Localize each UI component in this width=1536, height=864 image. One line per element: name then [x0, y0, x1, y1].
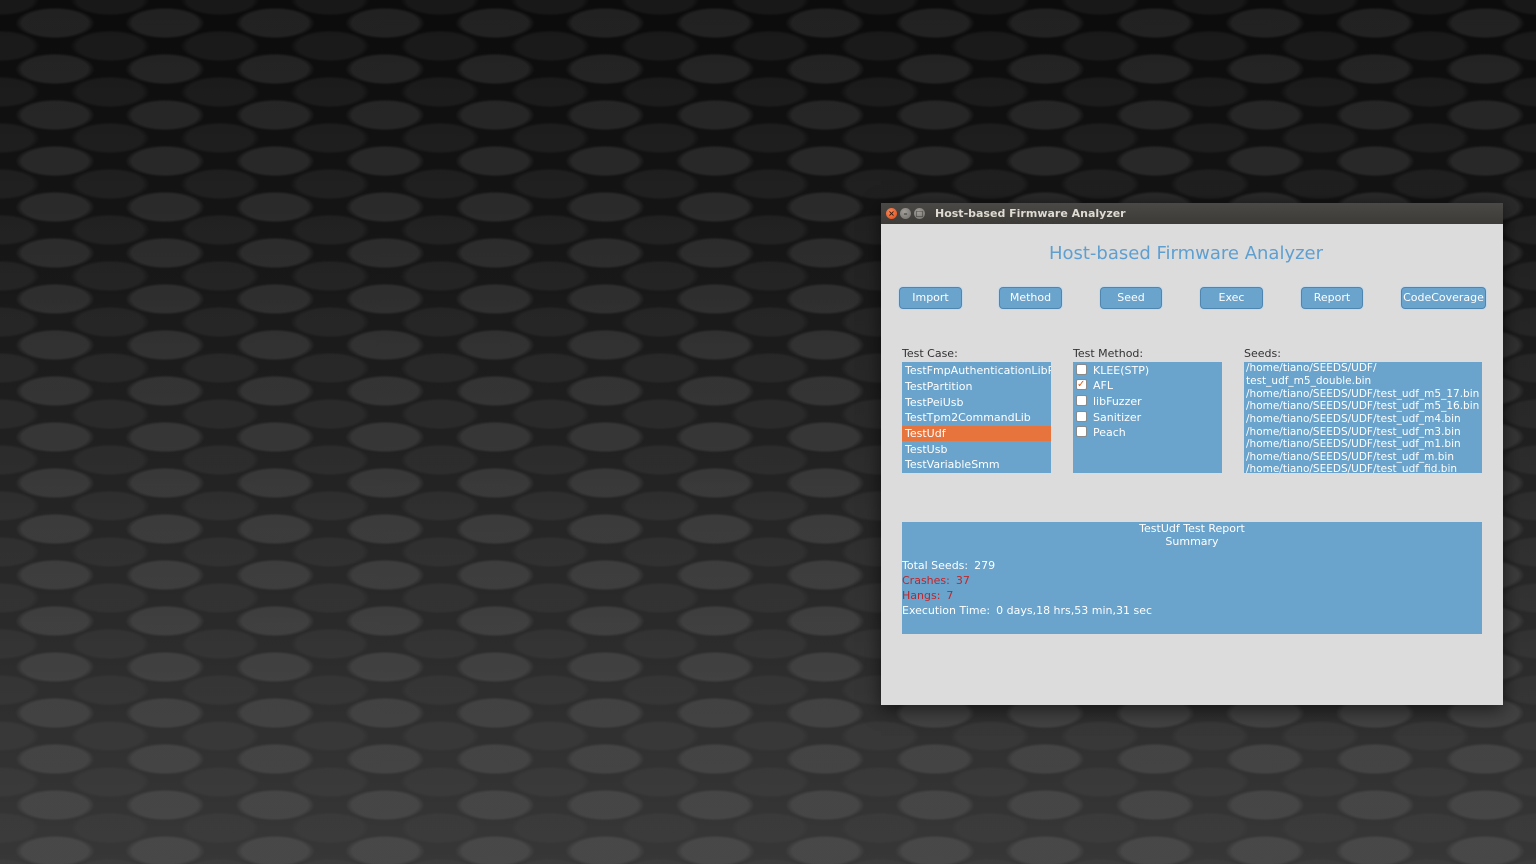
- test-case-item[interactable]: TestVariableSmm: [902, 457, 1051, 472]
- checkbox-libfuzzer[interactable]: [1076, 395, 1087, 406]
- crashes-stat: Crashes: 37: [902, 574, 970, 588]
- method-button[interactable]: Method: [1000, 288, 1061, 308]
- seed-button[interactable]: Seed: [1101, 288, 1161, 308]
- window-title: Host-based Firmware Analyzer: [935, 207, 1126, 220]
- exec-time-stat: Execution Time: 0 days,18 hrs,53 min,31 s…: [902, 604, 1152, 618]
- checkbox-peach[interactable]: [1076, 426, 1087, 437]
- method-option-libfuzzer[interactable]: libFuzzer: [1076, 394, 1142, 409]
- maximize-icon[interactable]: □: [914, 208, 925, 219]
- method-option-sanitizer[interactable]: Sanitizer: [1076, 410, 1141, 425]
- method-option-afl[interactable]: AFL: [1076, 377, 1113, 393]
- import-button[interactable]: Import: [900, 288, 961, 308]
- report-subtitle: Summary: [1165, 535, 1219, 548]
- method-option-label: libFuzzer: [1093, 395, 1142, 408]
- checkbox-afl[interactable]: [1076, 377, 1087, 392]
- report-panel: TestUdf Test Report Summary Total Seeds:…: [902, 522, 1482, 634]
- report-title: TestUdf Test Report: [1139, 522, 1245, 535]
- test-case-item[interactable]: TestFmpAuthenticationLibRsa: [902, 363, 1051, 378]
- test-case-item[interactable]: TestUsb: [902, 442, 1051, 457]
- seeds-label: Seeds:: [1244, 347, 1281, 360]
- checkbox-klee[interactable]: [1076, 364, 1087, 375]
- exec-time-label: Execution Time:: [902, 604, 991, 617]
- checkbox-sanitizer[interactable]: [1076, 411, 1087, 422]
- minimize-icon[interactable]: –: [900, 208, 911, 219]
- close-icon[interactable]: ×: [886, 208, 897, 219]
- exec-time-value: 0 days,18 hrs,53 min,31 sec: [996, 604, 1153, 617]
- seed-item[interactable]: test_udf_m5_double.bin: [1246, 375, 1482, 388]
- seed-item[interactable]: /home/tiano/SEEDS/UDF/test_udf_m4.bin: [1246, 413, 1482, 426]
- test-method-list: KLEE(STP) AFL libFuzzer Sanitizer Peach: [1073, 362, 1222, 473]
- crashes-value: 37: [955, 574, 970, 587]
- test-case-item[interactable]: TestPartition: [902, 379, 1051, 394]
- method-option-peach[interactable]: Peach: [1076, 425, 1126, 440]
- test-case-label: Test Case:: [902, 347, 958, 360]
- total-seeds-value: 279: [974, 559, 996, 572]
- seed-item[interactable]: /home/tiano/SEEDS/UDF/: [1246, 362, 1482, 375]
- hangs-stat: Hangs: 7: [902, 589, 953, 603]
- total-seeds-label: Total Seeds:: [902, 559, 969, 572]
- seed-item[interactable]: /home/tiano/SEEDS/UDF/test_udf_m5_16.bin: [1246, 400, 1482, 413]
- crashes-label: Crashes:: [902, 574, 950, 587]
- hangs-label: Hangs:: [902, 589, 941, 602]
- test-case-item[interactable]: TestTpm2CommandLib: [902, 410, 1051, 425]
- seed-item[interactable]: /home/tiano/SEEDS/UDF/test_udf_fid.bin: [1246, 463, 1482, 473]
- hangs-value: 7: [946, 589, 954, 602]
- test-case-list[interactable]: TestFmpAuthenticationLibRsa TestPartitio…: [902, 362, 1051, 473]
- app-heading: Host-based Firmware Analyzer: [1048, 243, 1324, 264]
- title-bar[interactable]: × – □ Host-based Firmware Analyzer: [881, 203, 1503, 224]
- test-case-item[interactable]: TestPeiUsb: [902, 395, 1051, 410]
- method-option-label: Sanitizer: [1093, 411, 1142, 424]
- seed-item[interactable]: /home/tiano/SEEDS/UDF/test_udf_m1.bin: [1246, 438, 1482, 451]
- method-option-label: KLEE(STP): [1093, 364, 1150, 377]
- seeds-list[interactable]: /home/tiano/SEEDS/UDF/ test_udf_m5_doubl…: [1244, 362, 1482, 473]
- total-seeds-stat: Total Seeds: 279: [902, 559, 995, 573]
- app-window: × – □ Host-based Firmware Analyzer Host-…: [881, 203, 1503, 705]
- test-method-label: Test Method:: [1073, 347, 1144, 360]
- test-case-item-selected[interactable]: TestUdf: [902, 426, 1051, 441]
- method-option-klee[interactable]: KLEE(STP): [1076, 363, 1149, 378]
- report-button[interactable]: Report: [1302, 288, 1362, 308]
- codecoverage-button[interactable]: CodeCoverage: [1402, 288, 1485, 308]
- method-option-label: AFL: [1093, 379, 1113, 392]
- method-option-label: Peach: [1093, 426, 1126, 439]
- exec-button[interactable]: Exec: [1201, 288, 1262, 308]
